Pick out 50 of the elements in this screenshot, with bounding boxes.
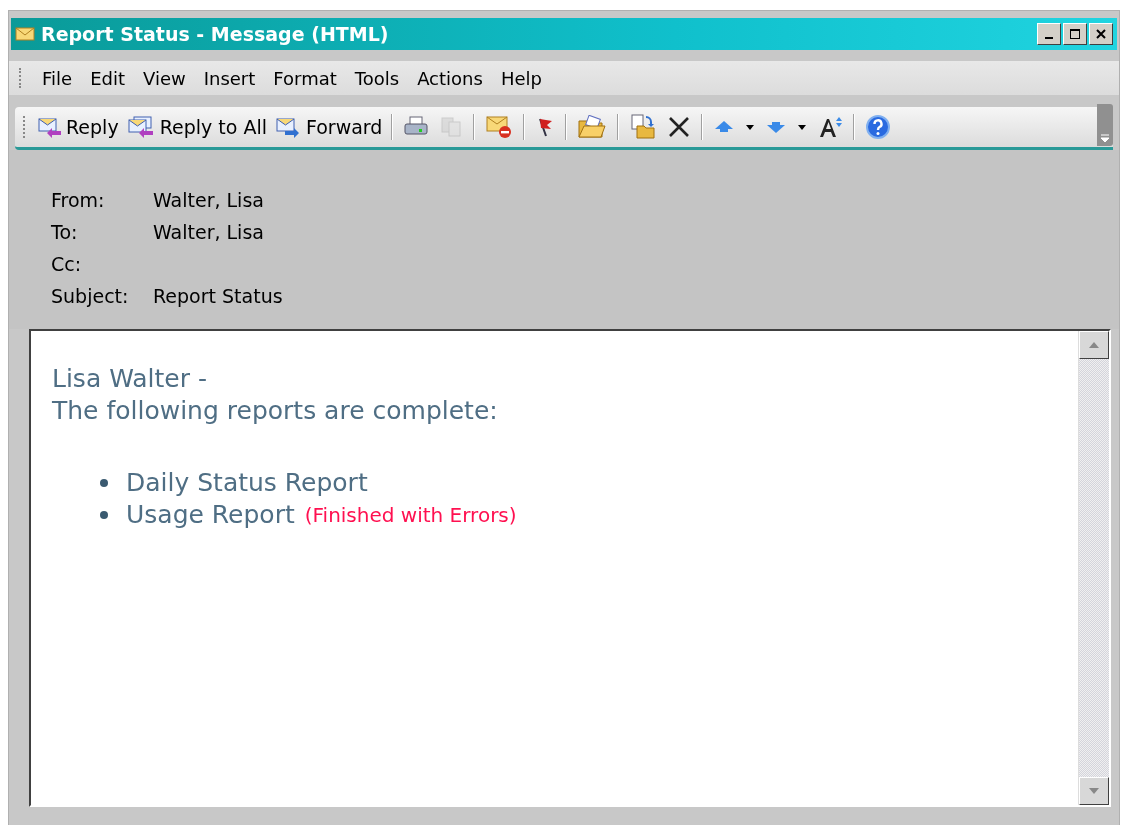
scrollbar[interactable] — [1078, 331, 1109, 805]
field-value: Walter, Lisa — [153, 188, 265, 212]
window-title: Report Status - Message (HTML) — [41, 23, 390, 45]
toolbar-options-button[interactable] — [1097, 104, 1113, 146]
bullet-icon — [100, 479, 108, 487]
delete-icon[interactable] — [667, 115, 692, 139]
message-text: Lisa Walter - — [52, 363, 208, 395]
field-label: Subject: — [51, 284, 130, 308]
help-icon[interactable] — [865, 114, 892, 140]
message-text: The following reports are complete: — [52, 395, 499, 427]
bullet-icon — [100, 511, 108, 519]
dropdown-caret-icon[interactable] — [797, 123, 808, 131]
field-value: Walter, Lisa — [153, 220, 265, 244]
chevron-icon — [1100, 134, 1110, 142]
reply-icon — [37, 116, 63, 138]
scroll-down-button[interactable] — [1079, 777, 1109, 805]
scroll-up-button[interactable] — [1079, 331, 1109, 359]
envelope-icon — [15, 26, 35, 42]
menu-item[interactable]: Format — [265, 64, 345, 92]
field-label: From: — [51, 188, 106, 212]
down-triangle-icon — [1088, 787, 1100, 795]
minimize-icon — [1045, 37, 1053, 39]
reply-all-button[interactable]: Reply to All — [123, 113, 270, 141]
menu-item[interactable]: Tools — [346, 64, 408, 92]
folder-icon[interactable] — [577, 115, 608, 139]
menu-item[interactable]: Insert — [195, 64, 264, 92]
move-to-folder-icon[interactable] — [629, 114, 658, 140]
menu-item[interactable]: File — [34, 64, 81, 92]
maximize-icon — [1069, 28, 1081, 40]
menu-item[interactable]: Edit — [82, 64, 133, 92]
envelope-block-icon[interactable] — [485, 115, 514, 139]
maximize-button[interactable] — [1063, 23, 1087, 45]
list-item-text: Daily Status Report — [126, 467, 368, 499]
printer-icon[interactable] — [403, 116, 430, 138]
dropdown-caret-icon[interactable] — [745, 123, 756, 131]
list-item-text: Usage Report — [126, 499, 295, 531]
minimize-button[interactable] — [1037, 23, 1061, 45]
forward-button[interactable]: Forward — [271, 113, 386, 141]
menu-item[interactable]: Help — [492, 64, 550, 92]
close-button[interactable] — [1089, 23, 1113, 45]
error-note: (Finished with Errors) — [304, 502, 517, 529]
field-label: To: — [51, 220, 79, 244]
reply-button[interactable]: Reply — [34, 113, 122, 141]
field-label: Cc: — [51, 252, 83, 276]
field-value: Report Status — [153, 284, 284, 308]
close-icon — [1095, 28, 1107, 40]
font-size-icon[interactable] — [817, 115, 844, 139]
menu-item[interactable]: View — [135, 64, 194, 92]
up-triangle-icon — [1088, 341, 1100, 349]
menu-item[interactable]: Actions — [409, 64, 491, 92]
